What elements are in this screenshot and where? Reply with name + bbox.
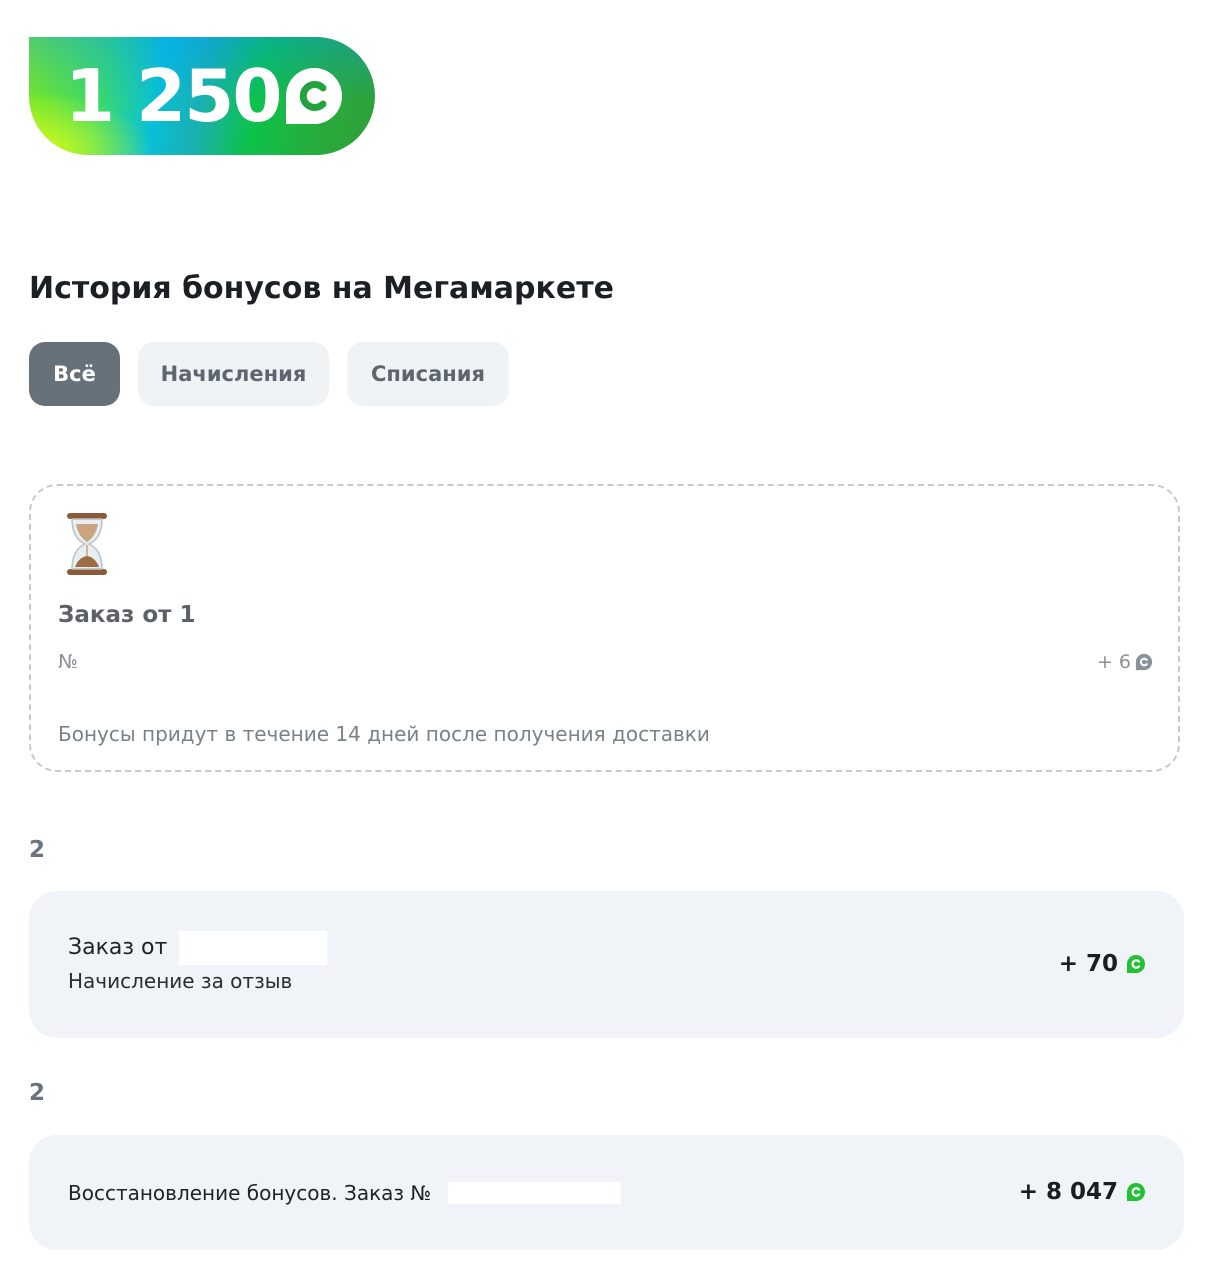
history-title: История бонусов на Мегамаркете — [29, 271, 614, 306]
bonus-balance-value: 1 250 — [65, 54, 282, 138]
history-entry[interactable]: Заказ от Начисление за отзыв + 70 — [29, 891, 1184, 1038]
entry-title: Восстановление бонусов. Заказ № — [68, 1181, 432, 1205]
redacted-block — [448, 1182, 621, 1204]
tab-writeoffs[interactable]: Списания — [347, 342, 509, 406]
entry-amount: + 8 047 — [1019, 1179, 1146, 1205]
history-date-label: 2 — [29, 1080, 46, 1106]
entry-amount-value: + 70 — [1058, 951, 1118, 977]
entry-title: Заказ от — [68, 935, 168, 960]
entry-subtitle: Начисление за отзыв — [68, 969, 293, 993]
tab-accruals[interactable]: Начисления — [138, 342, 329, 406]
history-date-label: 2 — [29, 837, 46, 863]
entry-amount: + 70 — [1059, 951, 1146, 977]
pending-amount: + 6 — [1097, 651, 1153, 673]
pending-order-title: Заказ от 1 — [58, 602, 196, 628]
bonus-balance-badge: 1 250 — [29, 37, 375, 155]
pending-bonus-card[interactable]: Заказ от 1 № + 6 Бонусы придут в течение… — [29, 484, 1180, 772]
pending-amount-value: + 6 — [1096, 651, 1131, 673]
tab-all[interactable]: Всё — [29, 342, 120, 406]
bonus-coin-icon — [1127, 1183, 1145, 1201]
history-entry[interactable]: Восстановление бонусов. Заказ № + 8 047 — [29, 1135, 1184, 1250]
bonus-coin-gray-icon — [1135, 653, 1153, 671]
bonus-coin-icon — [286, 68, 342, 124]
hourglass-icon — [67, 513, 107, 575]
redacted-block — [179, 931, 327, 965]
entry-amount-value: + 8 047 — [1018, 1179, 1118, 1205]
bonus-coin-icon — [1127, 955, 1145, 973]
pending-order-number: № — [58, 651, 78, 673]
pending-note: Бонусы придут в течение 14 дней после по… — [58, 722, 710, 746]
